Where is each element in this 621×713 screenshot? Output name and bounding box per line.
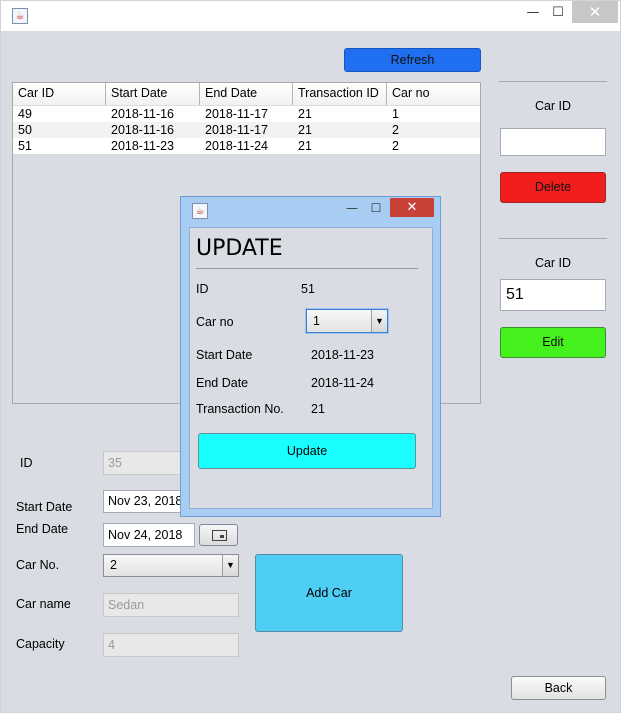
column-header-transaction-id[interactable]: Transaction ID xyxy=(293,83,387,105)
chevron-down-icon[interactable]: ▼ xyxy=(222,555,238,576)
id-label: ID xyxy=(20,456,33,470)
dialog-minimize-button[interactable]: — xyxy=(341,199,363,217)
divider xyxy=(499,238,607,239)
update-dialog: ☕ — ☐ ✕ UPDATE ID 51 Car no 1 ▼ Start Da… xyxy=(180,196,441,517)
car-name-field: Sedan xyxy=(103,593,239,617)
chevron-down-icon[interactable]: ▼ xyxy=(371,310,387,332)
divider xyxy=(196,268,418,269)
car-no-select[interactable]: 2 ▼ xyxy=(103,554,239,577)
title-bar: ☕ — ☐ ✕ xyxy=(1,1,620,31)
dialog-title: UPDATE xyxy=(196,236,283,261)
java-cup-icon: ☕ xyxy=(12,8,28,24)
table-cell: 1 xyxy=(392,107,399,121)
dialog-car-no-label: Car no xyxy=(196,315,234,329)
dialog-id-label: ID xyxy=(196,282,209,296)
column-header-car-id[interactable]: Car ID xyxy=(13,83,106,105)
table-cell: 2 xyxy=(392,123,399,137)
car-name-label: Car name xyxy=(16,597,71,611)
java-cup-icon: ☕ xyxy=(192,203,208,219)
table-cell: 21 xyxy=(298,107,312,121)
close-button[interactable]: ✕ xyxy=(572,1,618,23)
table-row[interactable]: 51 2018-11-23 2018-11-24 21 2 xyxy=(13,138,480,154)
table-cell: 2018-11-16 xyxy=(111,107,175,121)
table-row[interactable]: 49 2018-11-16 2018-11-17 21 1 xyxy=(13,106,480,122)
table-cell: 50 xyxy=(18,123,32,137)
dialog-end-date-value: 2018-11-24 xyxy=(311,376,375,390)
dialog-start-date-value: 2018-11-23 xyxy=(311,348,375,362)
capacity-label: Capacity xyxy=(16,637,65,651)
dialog-close-button[interactable]: ✕ xyxy=(390,198,434,217)
dialog-maximize-button[interactable]: ☐ xyxy=(365,199,387,217)
table-cell: 2018-11-24 xyxy=(205,139,269,153)
table-cell: 2018-11-23 xyxy=(111,139,175,153)
table-cell: 51 xyxy=(18,139,32,153)
back-button[interactable]: Back xyxy=(511,676,606,700)
dialog-car-no-select[interactable]: 1 ▼ xyxy=(306,309,388,333)
column-header-car-no[interactable]: Car no xyxy=(387,83,480,105)
minimize-button[interactable]: — xyxy=(519,3,547,23)
table-cell: 2018-11-17 xyxy=(205,123,269,137)
dialog-start-date-label: Start Date xyxy=(196,348,253,362)
dialog-content: UPDATE ID 51 Car no 1 ▼ Start Date 2018-… xyxy=(189,227,433,509)
car-no-select-value: 2 xyxy=(110,558,117,572)
table-header: Car ID Start Date End Date Transaction I… xyxy=(13,83,480,105)
dialog-transaction-value: 21 xyxy=(311,402,325,416)
end-date-label: End Date xyxy=(16,522,69,536)
edit-car-id-input[interactable]: 51 xyxy=(500,279,606,311)
update-button[interactable]: Update xyxy=(198,433,416,469)
refresh-button[interactable]: Refresh xyxy=(344,48,481,72)
table-cell: 21 xyxy=(298,123,312,137)
dialog-car-no-select-value: 1 xyxy=(313,314,320,328)
table-row[interactable]: 50 2018-11-16 2018-11-17 21 2 xyxy=(13,122,480,138)
capacity-field: 4 xyxy=(103,633,239,657)
table-body: 49 2018-11-16 2018-11-17 21 1 50 2018-11… xyxy=(13,106,480,154)
divider xyxy=(499,81,607,82)
table-cell: 2018-11-17 xyxy=(205,107,269,121)
car-no-label: Car No. xyxy=(16,558,60,572)
calendar-button[interactable] xyxy=(199,524,238,546)
table-cell: 21 xyxy=(298,139,312,153)
table-cell: 2 xyxy=(392,139,399,153)
end-date-field[interactable]: Nov 24, 2018 xyxy=(103,523,195,547)
edit-button[interactable]: Edit xyxy=(500,327,606,358)
calendar-icon xyxy=(212,530,227,541)
maximize-button[interactable]: ☐ xyxy=(546,3,570,23)
delete-car-id-input[interactable] xyxy=(500,128,606,156)
dialog-transaction-label: Transaction No. xyxy=(196,402,284,416)
dialog-id-value: 51 xyxy=(301,282,315,296)
delete-car-id-label: Car ID xyxy=(534,99,572,113)
delete-button[interactable]: Delete xyxy=(500,172,606,203)
table-cell: 2018-11-16 xyxy=(111,123,175,137)
add-car-button[interactable]: Add Car xyxy=(255,554,403,632)
dialog-end-date-label: End Date xyxy=(196,376,249,390)
start-date-label: Start Date xyxy=(16,500,73,514)
table-cell: 49 xyxy=(18,107,32,121)
column-header-start-date[interactable]: Start Date xyxy=(106,83,200,105)
edit-car-id-label: Car ID xyxy=(534,256,572,270)
column-header-end-date[interactable]: End Date xyxy=(200,83,293,105)
